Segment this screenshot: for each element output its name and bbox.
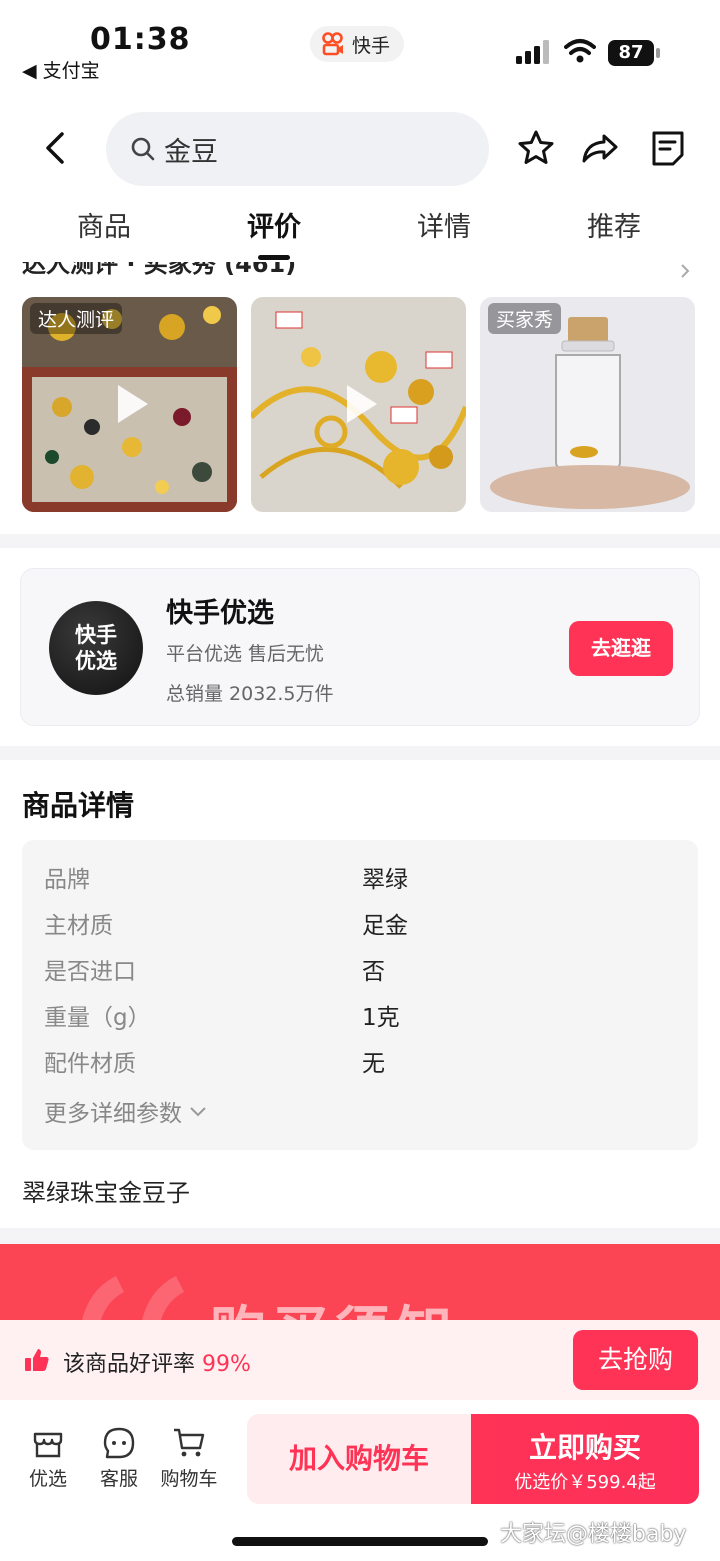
nav-customer-service-label: 客服 [99,1468,138,1490]
back-arrow-icon[interactable] [36,128,76,168]
param-value: 1克 [362,1005,400,1031]
nav-cart[interactable]: 购物车 [154,1420,224,1500]
shop-name: 快手优选 [166,598,274,629]
shop-icon [33,1432,63,1458]
param-row: 主材质 足金 [44,906,684,942]
play-icon[interactable] [104,379,154,429]
param-key: 重量（g） [44,1005,151,1031]
shop-logo: 快手 优选 [49,601,143,695]
app-indicator-pill: 快手 [310,26,405,62]
section-divider [0,746,720,760]
nav-cart-label: 购物车 [160,1468,218,1490]
rating-bar: 该商品好评率 99% 去抢购 [0,1320,720,1400]
banner-title: 购买须知 [210,1288,458,1324]
nav-customer-service[interactable]: 客服 [84,1420,154,1500]
shop-total-sales: 总销量 2032.5万件 [166,683,334,705]
review-tag-badge: 达人测评 [30,303,123,334]
bottom-action-bar: 优选 客服 购物车 加入购物车 立即购买 优选价￥599.4起 大家坛@楼楼ba… [0,1400,720,1561]
param-value: 足金 [362,913,408,939]
nav-shop-label: 优选 [28,1468,67,1490]
tab-details[interactable]: 详情 [384,205,504,244]
rating-label: 该商品好评率 [63,1352,196,1377]
param-row: 是否进口 否 [44,952,684,988]
review-tag-badge: 买家秀 [488,303,562,334]
tab-recommend[interactable]: 推荐 [554,205,674,244]
play-icon[interactable] [333,379,383,429]
param-value: 翠绿 [362,867,408,893]
section-tabs: 商品 评价 详情 推荐 [0,205,720,260]
app-indicator-label: 快手 [352,34,391,57]
purchase-notice-banner: 购买须知 [0,1244,720,1324]
product-description: 翠绿珠宝金豆子 [22,1179,190,1207]
add-to-cart-button[interactable]: 加入购物车 [247,1414,471,1504]
product-params-table: 品牌 翠绿 主材质 足金 是否进口 否 重量（g） 1克 配件材质 无 更多详细… [22,840,698,1150]
home-indicator[interactable] [232,1537,488,1546]
param-row: 配件材质 无 [44,1044,684,1080]
param-key: 品牌 [44,867,90,893]
buy-now-label: 立即购买 [528,1431,641,1464]
more-params-toggle[interactable]: 更多详细参数 [44,1094,208,1128]
back-to-app-link[interactable]: ◀ 支付宝 [22,56,100,83]
notes-icon[interactable] [648,128,688,168]
battery-indicator: 87 [608,40,660,66]
cart-icon [174,1428,205,1457]
buy-now-button[interactable]: 立即购买 优选价￥599.4起 [471,1414,699,1504]
search-bar[interactable]: 金豆 [106,112,489,186]
rating-value: 99% [202,1352,251,1377]
more-params-label: 更多详细参数 [44,1101,182,1127]
status-bar: 01:38 ◀ 支付宝 快手 87 [0,0,720,90]
tab-product[interactable]: 商品 [44,205,164,244]
chevron-down-icon [190,1107,206,1117]
param-row: 品牌 翠绿 [44,860,684,896]
share-arrow-icon[interactable] [580,128,620,168]
section-divider [0,1228,720,1244]
shop-card[interactable]: 快手 优选 快手优选 平台优选 售后无忧 总销量 2032.5万件 去逛逛 [20,568,700,726]
cellular-signal-icon [516,40,549,64]
review-photo-thumbnail[interactable]: 买家秀 [480,297,695,512]
shop-subtitle: 平台优选 售后无忧 [166,643,325,665]
product-details-title: 商品详情 [22,789,135,822]
tab-reviews[interactable]: 评价 [214,205,334,244]
nav-shop[interactable]: 优选 [13,1420,83,1500]
review-video-thumbnail[interactable]: 达人测评 [22,297,237,512]
param-key: 配件材质 [44,1051,136,1077]
battery-level: 87 [608,40,654,66]
param-value: 否 [362,959,385,985]
search-query-text: 金豆 [164,136,218,168]
top-header: 金豆 [0,108,720,188]
search-icon [131,137,155,161]
thumbs-up-icon [25,1349,49,1371]
review-media-strip: 达人测评 · 买家秀 (461) 达人测评 买家秀 [0,262,720,528]
wifi-icon [564,39,596,63]
param-value: 无 [362,1051,385,1077]
battery-cap [656,48,660,58]
param-key: 主材质 [44,913,113,939]
section-divider [0,534,720,548]
customer-service-icon [103,1427,135,1459]
quote-mark-icon [81,1275,185,1324]
kuaishou-logo-icon [322,32,343,56]
chevron-right-icon[interactable] [678,264,692,278]
favorite-star-icon[interactable] [516,128,556,168]
buy-now-price: 优选价￥599.4起 [514,1472,656,1493]
review-section-title: 达人测评 · 买家秀 (461) [22,262,297,278]
active-tab-indicator [258,255,290,260]
forum-watermark: 大家坛@楼楼baby [500,1522,687,1547]
param-row: 重量（g） 1克 [44,998,684,1034]
positive-rating-text: 该商品好评率 99% [63,1346,251,1378]
visit-shop-button[interactable]: 去逛逛 [569,621,673,676]
status-time: 01:38 [90,22,191,57]
param-key: 是否进口 [44,959,136,985]
grab-deal-button[interactable]: 去抢购 [573,1330,698,1390]
review-video-thumbnail[interactable] [251,297,466,512]
